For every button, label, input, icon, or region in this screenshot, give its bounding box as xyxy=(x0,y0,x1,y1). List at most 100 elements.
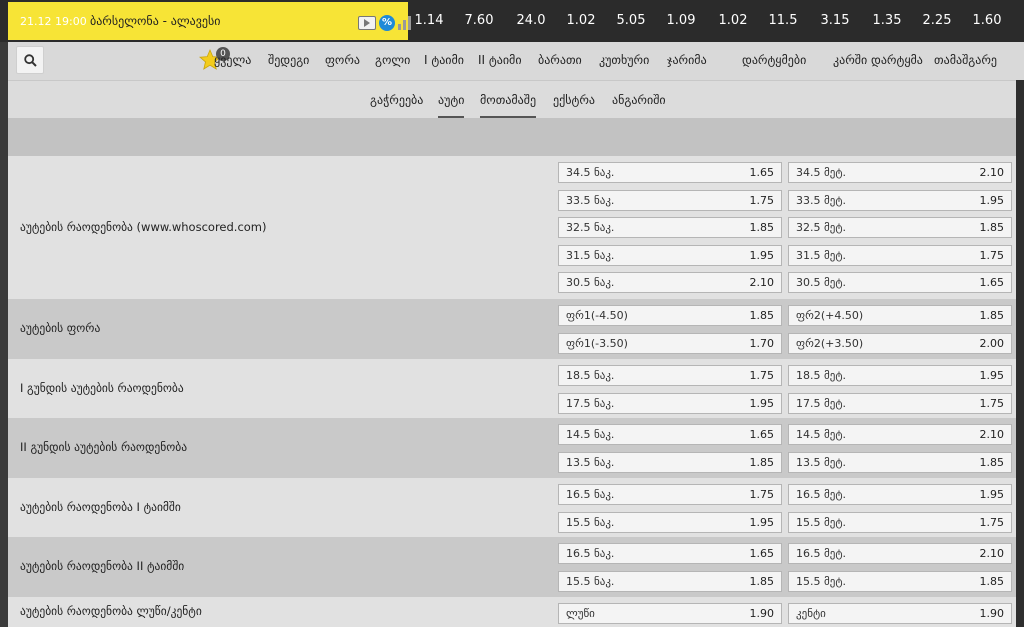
top-odd-6[interactable]: 1.02 xyxy=(708,13,758,28)
odd-label: 31.5 ნაკ. xyxy=(566,248,615,262)
odd-value: 1.95 xyxy=(979,488,1005,501)
odd-value: 1.85 xyxy=(749,221,775,235)
odd-button-right[interactable]: 14.5 მეტ. 2.10 xyxy=(788,424,1012,445)
odd-button-right[interactable]: 17.5 მეტ. 1.75 xyxy=(788,392,1012,414)
odd-button-left[interactable]: 17.5 ნაკ. 1.95 xyxy=(558,392,782,414)
odd-button-right[interactable]: 32.5 მეტ. 1.85 xyxy=(788,217,1012,239)
odd-label: 15.5 ნაკ. xyxy=(566,574,615,588)
odd-button-left[interactable]: 31.5 ნაკ. 1.95 xyxy=(558,244,782,266)
odd-value: 1.75 xyxy=(749,193,775,207)
odd-button-left[interactable]: 30.5 ნაკ. 2.10 xyxy=(558,272,782,294)
nav-item-10[interactable]: კარში დარტყმა xyxy=(833,53,923,67)
top-odd-3[interactable]: 1.02 xyxy=(556,13,606,28)
odd-button-right[interactable]: 13.5 მეტ. 1.85 xyxy=(788,451,1012,473)
odd-value: 1.75 xyxy=(979,396,1005,410)
tab-0[interactable]: გაჭრეება xyxy=(370,93,423,107)
odd-value: 1.75 xyxy=(979,515,1005,529)
top-odd-2[interactable]: 24.0 xyxy=(506,13,556,28)
odd-button-left[interactable]: ლუწი 1.90 xyxy=(558,603,782,624)
video-icon[interactable] xyxy=(358,16,376,30)
odd-label: 33.5 ნაკ. xyxy=(566,193,615,207)
odd-button-left[interactable]: 16.5 ნაკ. 1.75 xyxy=(558,484,782,505)
odd-label: 32.5 მეტ. xyxy=(796,221,847,235)
odd-label: 30.5 მეტ. xyxy=(796,276,847,290)
market-title: აუტების რაოდენობა ლუწი/კენტი xyxy=(20,604,202,618)
odd-button-right[interactable]: 15.5 მეტ. 1.85 xyxy=(788,570,1012,592)
odd-button-left[interactable]: 18.5 ნაკ. 1.75 xyxy=(558,365,782,386)
match-title-box[interactable]: 21.12 19:00 ბარსელონა - ალავესი % xyxy=(8,2,411,40)
tab-2[interactable]: მოთამაშე xyxy=(480,93,537,119)
odd-button-left[interactable]: 34.5 ნაკ. 1.65 xyxy=(558,162,782,183)
odd-button-right[interactable]: ფრ2(+3.50) 2.00 xyxy=(788,332,1012,354)
odd-button-left[interactable]: ფრ1(-3.50) 1.70 xyxy=(558,332,782,354)
page-scrollbar[interactable] xyxy=(1016,80,1024,627)
odd-label: 16.5 ნაკ. xyxy=(566,547,615,560)
odd-value: 1.75 xyxy=(979,248,1005,262)
match-time: 21.12 19:00 xyxy=(20,15,87,28)
odd-button-right[interactable]: 16.5 მეტ. 2.10 xyxy=(788,543,1012,564)
odd-button-right[interactable]: ფრ2(+4.50) 1.85 xyxy=(788,305,1012,326)
nav-item-11[interactable]: თამაშგარე xyxy=(934,53,997,67)
odd-button-left[interactable]: 32.5 ნაკ. 1.85 xyxy=(558,217,782,239)
odd-button-right[interactable]: 33.5 მეტ. 1.95 xyxy=(788,189,1012,211)
odd-button-right[interactable]: 34.5 მეტ. 2.10 xyxy=(788,162,1012,183)
odd-value: 1.95 xyxy=(749,515,775,529)
nav-item-9[interactable]: დარტყმები xyxy=(742,53,806,67)
nav-item-6[interactable]: ბარათი xyxy=(538,53,582,67)
top-odd-0[interactable]: 1.14 xyxy=(404,13,454,28)
top-odd-4[interactable]: 5.05 xyxy=(606,13,656,28)
market-title: აუტების რაოდენობა II ტაიმში xyxy=(20,559,185,573)
odd-button-right[interactable]: 18.5 მეტ. 1.95 xyxy=(788,365,1012,386)
market-title: II გუნდის აუტების რაოდენობა xyxy=(20,440,188,454)
odd-button-right[interactable]: 16.5 მეტ. 1.95 xyxy=(788,484,1012,505)
top-odd-11[interactable]: 1.60 xyxy=(962,13,1012,28)
percent-icon[interactable]: % xyxy=(379,15,395,31)
nav-item-7[interactable]: კუთხური xyxy=(599,53,649,67)
odd-button-right[interactable]: 30.5 მეტ. 1.65 xyxy=(788,272,1012,294)
match-name: ბარსელონა - ალავესი xyxy=(90,14,221,28)
nav-item-0[interactable]: ყველა xyxy=(214,53,251,67)
odd-button-right[interactable]: 15.5 მეტ. 1.75 xyxy=(788,511,1012,533)
search-button[interactable] xyxy=(16,46,44,74)
odd-label: ლუწი xyxy=(566,607,595,620)
market-group: აუტების რაოდენობა ლუწი/კენტი ლუწი 1.90 კენტ… xyxy=(8,597,1016,627)
odd-button-left[interactable]: 33.5 ნაკ. 1.75 xyxy=(558,189,782,211)
odd-label: 13.5 მეტ. xyxy=(796,455,847,469)
odd-button-left[interactable]: ფრ1(-4.50) 1.85 xyxy=(558,305,782,326)
top-odd-7[interactable]: 11.5 xyxy=(758,13,808,28)
odd-value: 2.10 xyxy=(979,166,1005,179)
nav-item-8[interactable]: ჯარიმა xyxy=(667,53,707,67)
top-odd-1[interactable]: 7.60 xyxy=(454,13,504,28)
tab-4[interactable]: ანგარიში xyxy=(612,93,666,107)
top-odd-5[interactable]: 1.09 xyxy=(656,13,706,28)
nav-item-4[interactable]: I ტაიმი xyxy=(424,53,464,67)
top-odd-8[interactable]: 3.15 xyxy=(810,13,860,28)
tab-1[interactable]: აუტი xyxy=(438,93,465,119)
odd-label: 32.5 ნაკ. xyxy=(566,221,615,235)
odd-label: 14.5 ნაკ. xyxy=(566,428,615,441)
odd-button-left[interactable]: 15.5 ნაკ. 1.95 xyxy=(558,511,782,533)
market-group: აუტების რაოდენობა (www.whoscored.com) 34.… xyxy=(8,156,1016,299)
odd-label: 18.5 ნაკ. xyxy=(566,369,615,382)
top-odd-10[interactable]: 2.25 xyxy=(912,13,962,28)
odd-label: ფრ1(-4.50) xyxy=(566,309,628,322)
odd-value: 2.10 xyxy=(749,276,775,290)
odd-value: 1.75 xyxy=(749,488,775,501)
odd-button-left[interactable]: 14.5 ნაკ. 1.65 xyxy=(558,424,782,445)
odd-label: 18.5 მეტ. xyxy=(796,369,847,382)
nav-item-3[interactable]: გოლი xyxy=(375,53,410,67)
odd-label: 16.5 ნაკ. xyxy=(566,488,615,501)
top-odd-9[interactable]: 1.35 xyxy=(862,13,912,28)
odd-button-left[interactable]: 13.5 ნაკ. 1.85 xyxy=(558,451,782,473)
nav-item-1[interactable]: შედეგი xyxy=(268,53,309,67)
tab-3[interactable]: ექსტრა xyxy=(553,93,595,107)
odd-button-left[interactable]: 16.5 ნაკ. 1.65 xyxy=(558,543,782,564)
odd-label: 34.5 ნაკ. xyxy=(566,166,615,179)
odd-value: 1.85 xyxy=(749,574,775,588)
nav-item-5[interactable]: II ტაიმი xyxy=(478,53,522,67)
nav-item-2[interactable]: ფორა xyxy=(325,53,360,67)
odd-button-right[interactable]: 31.5 მეტ. 1.75 xyxy=(788,244,1012,266)
odd-button-right[interactable]: კენტი 1.90 xyxy=(788,603,1012,624)
odd-button-left[interactable]: 15.5 ნაკ. 1.85 xyxy=(558,570,782,592)
odd-label: კენტი xyxy=(796,607,826,620)
